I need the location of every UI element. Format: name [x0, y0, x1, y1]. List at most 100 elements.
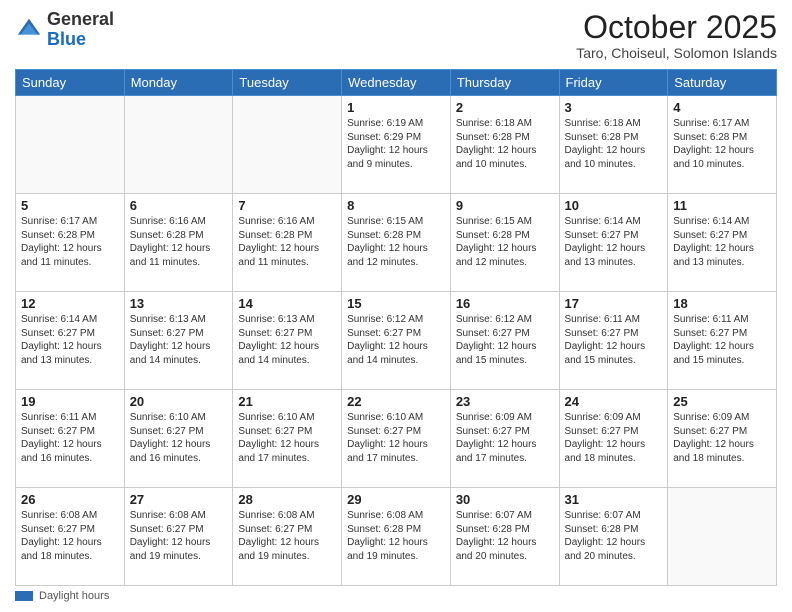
- day-info: Sunrise: 6:17 AM Sunset: 6:28 PM Dayligh…: [21, 215, 119, 269]
- day-number: 18: [673, 296, 771, 311]
- calendar-cell: 27 Sunrise: 6:08 AM Sunset: 6:27 PM Dayli…: [124, 488, 233, 586]
- calendar-day-header: Wednesday: [342, 70, 451, 96]
- calendar-cell: 8Sunrise: 6:15 AM Sunset: 6:28 PM Daylig…: [342, 194, 451, 292]
- day-number: 10: [565, 198, 663, 213]
- day-number: 30: [456, 492, 554, 507]
- day-info: Sunrise: 6:12 AM Sunset: 6:27 PM Dayligh…: [456, 313, 554, 367]
- calendar-day-header: Friday: [559, 70, 668, 96]
- day-number: 23: [456, 394, 554, 409]
- calendar-cell: 13 Sunrise: 6:13 AM Sunset: 6:27 PM Dayli…: [124, 292, 233, 390]
- day-info: Sunrise: 6:14 AM Sunset: 6:27 PM Dayligh…: [21, 313, 119, 367]
- day-info: Sunrise: 6:16 AM Sunset: 6:28 PM Dayligh…: [130, 215, 228, 269]
- day-number: 29: [347, 492, 445, 507]
- day-info: Sunrise: 6:08 AM Sunset: 6:27 PM Dayligh…: [238, 509, 336, 563]
- day-info: Sunrise: 6:17 AM Sunset: 6:28 PM Dayligh…: [673, 117, 771, 171]
- calendar-cell: 26 Sunrise: 6:08 AM Sunset: 6:27 PM Dayli…: [16, 488, 125, 586]
- calendar-cell: 16Sunrise: 6:12 AM Sunset: 6:27 PM Dayli…: [450, 292, 559, 390]
- logo-general-text: General: [47, 9, 114, 29]
- day-number: 26: [21, 492, 119, 507]
- calendar-cell: 29Sunrise: 6:08 AM Sunset: 6:28 PM Dayli…: [342, 488, 451, 586]
- logo-blue-text: Blue: [47, 29, 86, 49]
- day-number: 17: [565, 296, 663, 311]
- title-section: October 2025 Taro, Choiseul, Solomon Isl…: [576, 10, 777, 61]
- day-info: Sunrise: 6:14 AM Sunset: 6:27 PM Dayligh…: [565, 215, 663, 269]
- day-info: Sunrise: 6:09 AM Sunset: 6:27 PM Dayligh…: [673, 411, 771, 465]
- day-info: Sunrise: 6:08 AM Sunset: 6:27 PM Dayligh…: [21, 509, 119, 563]
- calendar-cell: 9 Sunrise: 6:15 AM Sunset: 6:28 PM Daylig…: [450, 194, 559, 292]
- day-number: 25: [673, 394, 771, 409]
- calendar-cell: 17 Sunrise: 6:11 AM Sunset: 6:27 PM Dayli…: [559, 292, 668, 390]
- calendar-cell: [124, 96, 233, 194]
- day-number: 24: [565, 394, 663, 409]
- day-info: Sunrise: 6:08 AM Sunset: 6:27 PM Dayligh…: [130, 509, 228, 563]
- day-info: Sunrise: 6:16 AM Sunset: 6:28 PM Dayligh…: [238, 215, 336, 269]
- day-number: 31: [565, 492, 663, 507]
- day-number: 27: [130, 492, 228, 507]
- calendar-cell: 25 Sunrise: 6:09 AM Sunset: 6:27 PM Dayli…: [668, 390, 777, 488]
- calendar-cell: 19Sunrise: 6:11 AM Sunset: 6:27 PM Dayli…: [16, 390, 125, 488]
- calendar-cell: [233, 96, 342, 194]
- calendar-cell: 30 Sunrise: 6:07 AM Sunset: 6:28 PM Dayli…: [450, 488, 559, 586]
- calendar-cell: 24 Sunrise: 6:09 AM Sunset: 6:27 PM Dayli…: [559, 390, 668, 488]
- day-number: 28: [238, 492, 336, 507]
- logo-icon: [15, 16, 43, 44]
- day-number: 14: [238, 296, 336, 311]
- footer: Daylight hours: [15, 590, 777, 602]
- day-number: 7: [238, 198, 336, 213]
- calendar-cell: 4 Sunrise: 6:17 AM Sunset: 6:28 PM Daylig…: [668, 96, 777, 194]
- calendar-cell: 23 Sunrise: 6:09 AM Sunset: 6:27 PM Dayli…: [450, 390, 559, 488]
- calendar-cell: 31 Sunrise: 6:07 AM Sunset: 6:28 PM Dayli…: [559, 488, 668, 586]
- day-number: 19: [21, 394, 119, 409]
- calendar-cell: 21Sunrise: 6:10 AM Sunset: 6:27 PM Dayli…: [233, 390, 342, 488]
- calendar-cell: 12Sunrise: 6:14 AM Sunset: 6:27 PM Dayli…: [16, 292, 125, 390]
- calendar-cell: 18Sunrise: 6:11 AM Sunset: 6:27 PM Dayli…: [668, 292, 777, 390]
- day-number: 6: [130, 198, 228, 213]
- day-info: Sunrise: 6:13 AM Sunset: 6:27 PM Dayligh…: [130, 313, 228, 367]
- day-number: 9: [456, 198, 554, 213]
- calendar-cell: 2Sunrise: 6:18 AM Sunset: 6:28 PM Daylig…: [450, 96, 559, 194]
- day-info: Sunrise: 6:15 AM Sunset: 6:28 PM Dayligh…: [456, 215, 554, 269]
- calendar-week-row: 5 Sunrise: 6:17 AM Sunset: 6:28 PM Daylig…: [16, 194, 777, 292]
- day-number: 22: [347, 394, 445, 409]
- calendar-day-header: Monday: [124, 70, 233, 96]
- daylight-bar-icon: [15, 591, 33, 601]
- day-number: 13: [130, 296, 228, 311]
- day-info: Sunrise: 6:18 AM Sunset: 6:28 PM Dayligh…: [456, 117, 554, 171]
- calendar-cell: 1Sunrise: 6:19 AM Sunset: 6:29 PM Daylig…: [342, 96, 451, 194]
- day-info: Sunrise: 6:07 AM Sunset: 6:28 PM Dayligh…: [456, 509, 554, 563]
- day-info: Sunrise: 6:11 AM Sunset: 6:27 PM Dayligh…: [565, 313, 663, 367]
- calendar-day-header: Sunday: [16, 70, 125, 96]
- day-number: 8: [347, 198, 445, 213]
- day-info: Sunrise: 6:10 AM Sunset: 6:27 PM Dayligh…: [238, 411, 336, 465]
- day-info: Sunrise: 6:07 AM Sunset: 6:28 PM Dayligh…: [565, 509, 663, 563]
- calendar-day-header: Thursday: [450, 70, 559, 96]
- day-number: 20: [130, 394, 228, 409]
- day-number: 3: [565, 100, 663, 115]
- calendar-cell: 7 Sunrise: 6:16 AM Sunset: 6:28 PM Daylig…: [233, 194, 342, 292]
- day-number: 4: [673, 100, 771, 115]
- day-info: Sunrise: 6:09 AM Sunset: 6:27 PM Dayligh…: [456, 411, 554, 465]
- header: General Blue October 2025 Taro, Choiseul…: [15, 10, 777, 61]
- logo: General Blue: [15, 10, 114, 50]
- calendar-cell: [16, 96, 125, 194]
- month-title: October 2025: [576, 10, 777, 45]
- calendar-week-row: 1Sunrise: 6:19 AM Sunset: 6:29 PM Daylig…: [16, 96, 777, 194]
- day-info: Sunrise: 6:10 AM Sunset: 6:27 PM Dayligh…: [130, 411, 228, 465]
- calendar-day-header: Saturday: [668, 70, 777, 96]
- calendar-cell: [668, 488, 777, 586]
- day-number: 5: [21, 198, 119, 213]
- calendar-cell: 11Sunrise: 6:14 AM Sunset: 6:27 PM Dayli…: [668, 194, 777, 292]
- day-info: Sunrise: 6:09 AM Sunset: 6:27 PM Dayligh…: [565, 411, 663, 465]
- calendar-cell: 6 Sunrise: 6:16 AM Sunset: 6:28 PM Daylig…: [124, 194, 233, 292]
- day-info: Sunrise: 6:14 AM Sunset: 6:27 PM Dayligh…: [673, 215, 771, 269]
- calendar-table: SundayMondayTuesdayWednesdayThursdayFrid…: [15, 69, 777, 586]
- calendar-cell: 28 Sunrise: 6:08 AM Sunset: 6:27 PM Dayli…: [233, 488, 342, 586]
- calendar-cell: 5 Sunrise: 6:17 AM Sunset: 6:28 PM Daylig…: [16, 194, 125, 292]
- calendar-header-row: SundayMondayTuesdayWednesdayThursdayFrid…: [16, 70, 777, 96]
- calendar-cell: 15Sunrise: 6:12 AM Sunset: 6:27 PM Dayli…: [342, 292, 451, 390]
- calendar-cell: 20 Sunrise: 6:10 AM Sunset: 6:27 PM Dayli…: [124, 390, 233, 488]
- day-info: Sunrise: 6:19 AM Sunset: 6:29 PM Dayligh…: [347, 117, 445, 171]
- day-info: Sunrise: 6:13 AM Sunset: 6:27 PM Dayligh…: [238, 313, 336, 367]
- day-info: Sunrise: 6:18 AM Sunset: 6:28 PM Dayligh…: [565, 117, 663, 171]
- day-number: 15: [347, 296, 445, 311]
